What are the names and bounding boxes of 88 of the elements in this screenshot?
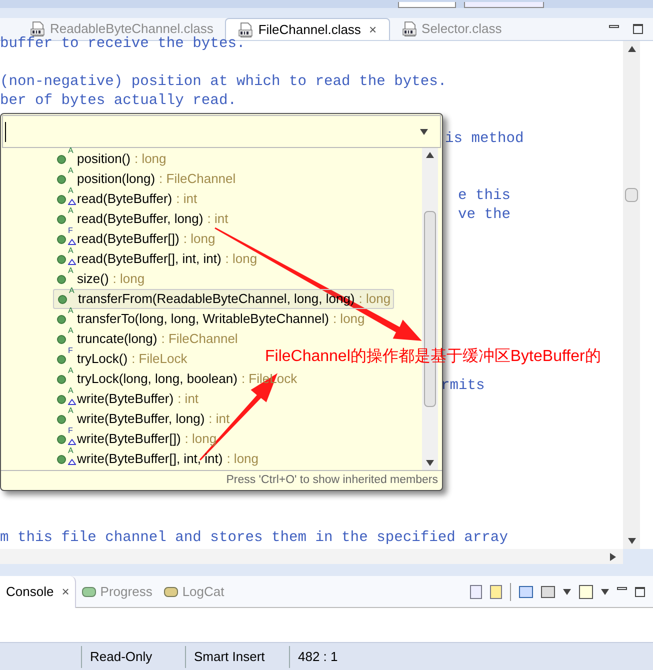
code-comment-line: m this file channel and stores them in the specified array: [0, 529, 508, 548]
modifier-label: A: [68, 247, 74, 255]
display-console-icon[interactable]: [541, 586, 555, 598]
scroll-right-icon[interactable]: [609, 552, 617, 560]
modifier-label: A: [68, 407, 74, 415]
modifier-label: A: [68, 167, 74, 175]
class-file-icon: [238, 22, 254, 38]
minimize-icon[interactable]: [617, 587, 627, 590]
code-comment-line: e this: [458, 187, 511, 206]
code-comment-line: (non-negative) position at which to read the bytes.: [0, 73, 447, 92]
perspective-switcher[interactable]: [464, 2, 544, 8]
outline-member-item[interactable]: A write(ByteBuffer) : int: [57, 389, 199, 409]
public-method-icon: [57, 194, 66, 204]
code-comment-line: is method: [445, 130, 524, 149]
outline-member-item[interactable]: A read(ByteBuffer, long) : int: [57, 209, 228, 229]
editor-tab[interactable]: FileChannel.class ×: [225, 18, 390, 40]
class-file-icon: [402, 21, 418, 37]
close-tab-button[interactable]: ×: [62, 582, 70, 602]
outline-member-item[interactable]: F tryLock() : FileLock: [57, 349, 188, 369]
public-method-icon: [57, 374, 66, 384]
modifier-label: A: [68, 267, 74, 275]
modifier-label: A: [69, 287, 74, 295]
public-method-icon: [57, 414, 66, 424]
public-method-icon: [57, 234, 66, 244]
vertical-scrollbar[interactable]: [623, 41, 640, 549]
modifier-label: F: [68, 427, 73, 435]
view-icon: [82, 586, 96, 596]
scroll-down-icon[interactable]: [628, 537, 636, 545]
code-comment-line: ve the: [458, 206, 511, 225]
code-comment-line: ber of bytes actually read.: [0, 92, 236, 111]
class-file-icon: [30, 21, 46, 37]
menu-caret-icon[interactable]: [420, 128, 428, 136]
code-comment-line: rmits: [441, 377, 485, 396]
status-field: Smart Insert: [185, 646, 289, 668]
public-method-icon: [57, 274, 66, 284]
outline-member-item[interactable]: A write(ByteBuffer, long) : int: [57, 409, 230, 429]
outline-member-item[interactable]: A truncate(long) : FileChannel: [57, 329, 238, 349]
status-field: 482 : 1: [289, 646, 389, 668]
modifier-label: A: [68, 447, 74, 455]
public-method-icon: [57, 434, 66, 444]
public-method-icon: [58, 294, 67, 304]
modifier-label: F: [68, 227, 73, 235]
public-method-icon: [57, 254, 66, 264]
modifier-label: A: [68, 387, 74, 395]
scroll-up-icon[interactable]: [628, 45, 636, 53]
modifier-label: A: [68, 367, 74, 375]
modifier-label: F: [68, 347, 73, 355]
view-tab[interactable]: Console ×: [0, 576, 76, 608]
outline-member-item[interactable]: F read(ByteBuffer[]) : long: [57, 229, 216, 249]
maximize-icon[interactable]: [633, 24, 643, 34]
scroll-down-icon[interactable]: [426, 459, 434, 467]
public-method-icon: [57, 214, 66, 224]
maximize-icon[interactable]: [635, 586, 645, 596]
scroll-up-icon[interactable]: [426, 151, 434, 159]
modifier-label: A: [68, 207, 74, 215]
public-method-icon: [57, 334, 66, 344]
public-method-icon: [57, 314, 66, 324]
horizontal-scrollbar[interactable]: [0, 549, 623, 564]
outline-member-item[interactable]: A transferTo(long, long, WritableByteChannel) : long: [57, 309, 365, 329]
dropdown-caret-icon[interactable]: [563, 588, 571, 596]
status-field: Read-Only: [81, 646, 185, 668]
public-method-icon: [57, 174, 66, 184]
outline-member-item[interactable]: A size() : long: [57, 269, 145, 289]
dropdown-caret-icon[interactable]: [601, 588, 609, 596]
clear-console-icon[interactable]: [470, 584, 482, 598]
close-tab-button[interactable]: ×: [368, 20, 377, 40]
outline-member-item[interactable]: A position(long) : FileChannel: [57, 169, 236, 189]
outline-member-item[interactable]: F write(ByteBuffer[]) : long: [57, 429, 217, 449]
public-method-icon: [57, 354, 66, 364]
outline-member-item[interactable]: A read(ByteBuffer[], int, int) : long: [57, 249, 258, 269]
modifier-label: A: [68, 187, 74, 195]
public-method-icon: [57, 394, 66, 404]
minimize-icon[interactable]: [609, 25, 619, 28]
pin-console-icon[interactable]: [519, 586, 533, 598]
perspective-button[interactable]: [398, 2, 456, 8]
modifier-label: A: [68, 327, 74, 335]
scrollbar-thumb[interactable]: [625, 188, 638, 202]
scroll-lock-icon[interactable]: [490, 584, 502, 598]
modifier-label: A: [68, 147, 74, 155]
view-icon: [164, 586, 178, 596]
public-method-icon: [57, 154, 66, 164]
modifier-label: A: [68, 307, 74, 315]
outline-member-item[interactable]: A write(ByteBuffer[], int, int) : long: [57, 449, 259, 469]
public-method-icon: [57, 454, 66, 464]
new-console-icon[interactable]: [579, 584, 593, 598]
outline-member-item[interactable]: A read(ByteBuffer) : int: [57, 189, 198, 209]
outline-member-item[interactable]: A position() : long: [57, 149, 166, 169]
popup-hint: Press 'Ctrl+O' to show inherited members: [226, 472, 438, 488]
